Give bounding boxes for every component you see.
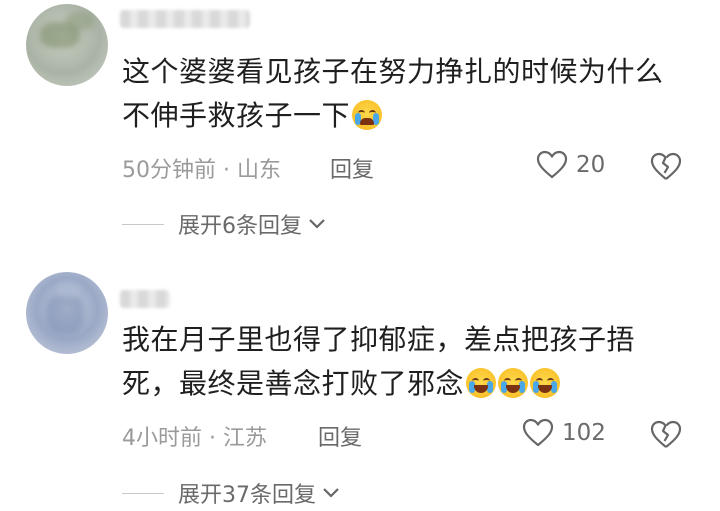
comment-item: 这个婆婆看见孩子在努力挣扎的时候为什么不伸手救孩子一下 50分钟前 · 山东 回… bbox=[0, 0, 720, 255]
username[interactable] bbox=[120, 290, 170, 308]
broken-heart-icon[interactable] bbox=[650, 152, 682, 182]
expand-replies-button[interactable]: 展开6条回复 bbox=[122, 208, 326, 240]
username[interactable] bbox=[120, 10, 250, 28]
chevron-down-icon bbox=[309, 219, 325, 229]
expand-replies-label: 展开6条回复 bbox=[178, 214, 302, 239]
divider bbox=[122, 223, 164, 225]
comment-item: 我在月子里也得了抑郁症，差点把孩子捂死，最终是善念打败了邪念 4小时前 · 江苏… bbox=[0, 262, 720, 511]
like-count: 102 bbox=[562, 420, 606, 446]
like-count: 20 bbox=[576, 152, 606, 178]
rolling-laughing-face-icon bbox=[498, 368, 529, 398]
chevron-down-icon bbox=[323, 488, 339, 498]
heart-icon bbox=[536, 150, 568, 179]
comment-text: 我在月子里也得了抑郁症，差点把孩子捂死，最终是善念打败了邪念 bbox=[122, 323, 636, 400]
comment-text: 这个婆婆看见孩子在努力挣扎的时候为什么不伸手救孩子一下 bbox=[122, 55, 664, 132]
loudly-crying-face-icon bbox=[352, 100, 383, 130]
rolling-laughing-face-icon bbox=[466, 368, 497, 398]
like-button[interactable]: 20 bbox=[536, 150, 605, 180]
reply-button[interactable]: 回复 bbox=[318, 420, 362, 452]
broken-heart-icon[interactable] bbox=[650, 420, 682, 450]
divider bbox=[122, 492, 164, 494]
avatar[interactable] bbox=[26, 4, 108, 86]
reply-button[interactable]: 回复 bbox=[330, 152, 374, 184]
rolling-laughing-face-icon bbox=[530, 368, 561, 398]
comment-time-location: 4小时前 · 江苏 bbox=[122, 426, 267, 451]
comment-time-location: 50分钟前 · 山东 bbox=[122, 158, 281, 183]
heart-icon bbox=[522, 418, 554, 447]
expand-replies-button[interactable]: 展开37条回复 bbox=[122, 477, 340, 509]
avatar[interactable] bbox=[26, 272, 108, 354]
expand-replies-label: 展开37条回复 bbox=[178, 483, 316, 508]
like-button[interactable]: 102 bbox=[522, 418, 606, 448]
